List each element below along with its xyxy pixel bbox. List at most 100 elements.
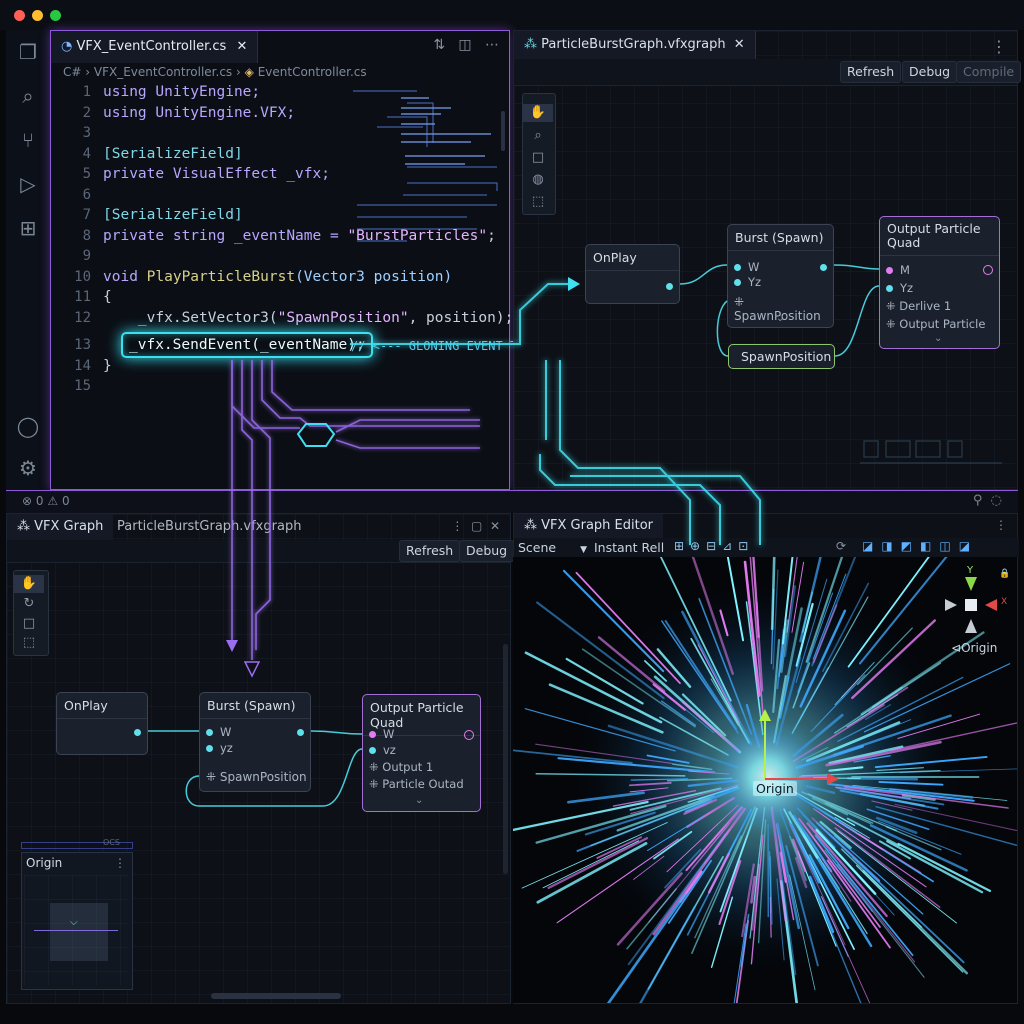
notifications-icon[interactable]: ◌ [991, 493, 1002, 508]
tab-vfx-graph-editor[interactable]: ⁂ VFX Graph Editor [514, 514, 664, 538]
code-line: private VisualEffect _vfx; [103, 166, 330, 182]
minimap-title: Origin [26, 856, 63, 870]
tab-vfx-event-controller[interactable]: ◔ VFX_EventController.cs ✕ [51, 31, 259, 63]
code-token: private string _eventName = [103, 228, 348, 244]
feedback-icon[interactable]: ⚲ [973, 493, 983, 508]
code-token: "SpawnPosition" [277, 310, 409, 326]
line-number: 9 [82, 248, 91, 264]
more-options-icon[interactable]: ⋮ [995, 518, 1007, 532]
more-options-icon[interactable]: ⋮ [114, 856, 126, 870]
code-line: private string _eventName = "BurstPartic… [103, 228, 496, 244]
line-number: 15 [74, 378, 91, 394]
debug-icon[interactable]: ▷ [14, 170, 42, 198]
tab-label: VFX Graph Editor [541, 518, 654, 533]
split-editor-icon[interactable]: ◫ [458, 37, 471, 53]
scene-viewport[interactable]: Origin Y X 🔒 ⊲Origin [513, 557, 1017, 1003]
code-line: [SerializeField] [103, 207, 243, 223]
line-number: 11 [74, 289, 91, 305]
line-number: 6 [82, 187, 91, 203]
line-number: 2 [82, 105, 91, 121]
line-number: 10 [74, 269, 91, 285]
minimap-viewport[interactable] [50, 903, 108, 961]
editor-scrollbar[interactable] [501, 111, 505, 151]
gizmo-origin-readout: ⊲Origin [951, 641, 998, 655]
code-line: void PlayParticleBurst(Vector3 position) [103, 269, 452, 285]
close-tab-icon[interactable]: ✕ [236, 39, 247, 54]
title-bar [0, 0, 1024, 30]
activity-bar: ❐ ⌕ ⑂ ▷ ⊞ ◯ ⚙ [6, 30, 51, 490]
csharp-file-icon: ◔ [61, 39, 73, 54]
minimap-panel[interactable]: Origin ⋮ ⌵ [21, 852, 133, 990]
scene-select[interactable]: Scene ▼ [518, 540, 587, 555]
status-actions: ⚲ ◌ [973, 493, 1002, 508]
warning-icon: ⚠ [47, 494, 59, 508]
compare-icon[interactable]: ⇅ [433, 37, 445, 53]
graph-top-connections [679, 264, 1002, 464]
source-control-icon[interactable]: ⑂ [14, 126, 42, 154]
code-line: [SerializeField] [103, 146, 243, 162]
minimap-origin-marker-icon: ⌵ [70, 917, 78, 928]
render-mode-label[interactable]: Instant Rell [594, 540, 664, 555]
extensions-icon[interactable]: ⊞ [14, 214, 42, 242]
highlighted-send-event-line[interactable]: _vfx.SendEvent(_eventName); [121, 332, 373, 358]
line-number: 5 [82, 166, 91, 182]
line-number: 3 [82, 125, 91, 141]
line-number: 8 [82, 228, 91, 244]
search-icon[interactable]: ⌕ [14, 82, 42, 110]
class-icon: ◈ [244, 65, 254, 79]
line-number: 14 [74, 358, 91, 374]
more-actions-icon[interactable]: ⋯ [485, 37, 499, 53]
code-line: using UnityEngine.VFX; [103, 105, 296, 121]
breadcrumb: C# › VFX_EventController.cs › ◈ EventCon… [63, 65, 367, 79]
line-number: 4 [82, 146, 91, 162]
code-token: PlayParticleBurst [146, 269, 296, 285]
account-icon[interactable]: ◯ [14, 412, 42, 440]
settings-gear-icon[interactable]: ⚙ [14, 454, 42, 482]
explorer-icon[interactable]: ❐ [14, 38, 42, 66]
warning-count: 0 [61, 494, 70, 508]
code-line: } [103, 358, 112, 374]
vfx-graph-icon: ⁂ [524, 518, 537, 533]
code-editor: ◔ VFX_EventController.cs ✕ ⇅ ◫ ⋯ C# › VF… [50, 30, 561, 490]
minimap-axis [34, 930, 118, 931]
gizmo-origin-label: Origin [961, 641, 998, 655]
code-token: void [103, 269, 147, 285]
vfx-graph-top-panel: ⁂ ParticleBurstGraph.vfxgraph ✕ ⋮ Refres… [513, 30, 1022, 490]
line-number: 13 [74, 337, 91, 353]
vfx-graph-bottom-panel: ⁂ VFX Graph ParticleBurstGraph.vfxgraph … [6, 513, 515, 1004]
horizontal-scrollbar[interactable] [211, 993, 341, 999]
code-area[interactable]: 1 2 3 4 5 6 7 8 9 10 11 12 13 14 15 usin… [51, 84, 560, 427]
code-token: "BurstParticles" [347, 228, 488, 244]
code-line: { [103, 289, 112, 305]
code-line: using UnityEngine; [103, 84, 261, 100]
line-number: 7 [82, 207, 91, 223]
code-line: _vfx.SetVector3("SpawnPosition", positio… [103, 310, 513, 326]
line-number: 1 [82, 84, 91, 100]
vertical-scrollbar[interactable] [503, 644, 508, 874]
code-token: _vfx.SetVector3( [103, 310, 278, 326]
close-window-button[interactable] [14, 10, 25, 21]
gizmo-y-label: Y [967, 565, 974, 576]
error-icon: ⊗ [22, 494, 33, 508]
breadcrumb-item[interactable]: C# [63, 65, 81, 79]
status-bar: ⊗ 0 ⚠ 0 ⚲ ◌ [6, 490, 1018, 513]
line-number: 12 [74, 310, 91, 326]
scene-select-value: Scene [518, 540, 557, 555]
scene-toolbar: Scene ▼ Instant Rell ⊞⊕⊟⊿⊡ ⟳ ◪◨◩◧◫◪ [514, 538, 1019, 558]
minimap-grid: ⌵ [24, 875, 128, 985]
minimize-window-button[interactable] [32, 10, 43, 21]
maximize-window-button[interactable] [50, 10, 61, 21]
problems-indicator[interactable]: ⊗ 0 ⚠ 0 [22, 494, 70, 508]
refresh-view-icon[interactable]: ⟳ [836, 539, 846, 553]
breadcrumb-item[interactable]: EventController.cs [258, 65, 367, 79]
editor-actions: ⇅ ◫ ⋯ [433, 37, 499, 53]
gizmo-x-label: X [1001, 597, 1008, 607]
tab-label: VFX_EventController.cs [76, 39, 227, 54]
lock-icon[interactable]: 🔒 [999, 569, 1010, 579]
gizmo-toggle-icons[interactable]: ◪◨◩◧◫◪ [862, 539, 978, 553]
breadcrumb-item[interactable]: VFX_EventController.cs [94, 65, 232, 79]
dropdown-chevron-icon: ▼ [580, 545, 588, 555]
code-token: ; [487, 228, 496, 244]
origin-label: Origin [753, 781, 797, 796]
scene-tool-icons[interactable]: ⊞⊕⊟⊿⊡ [674, 539, 754, 553]
